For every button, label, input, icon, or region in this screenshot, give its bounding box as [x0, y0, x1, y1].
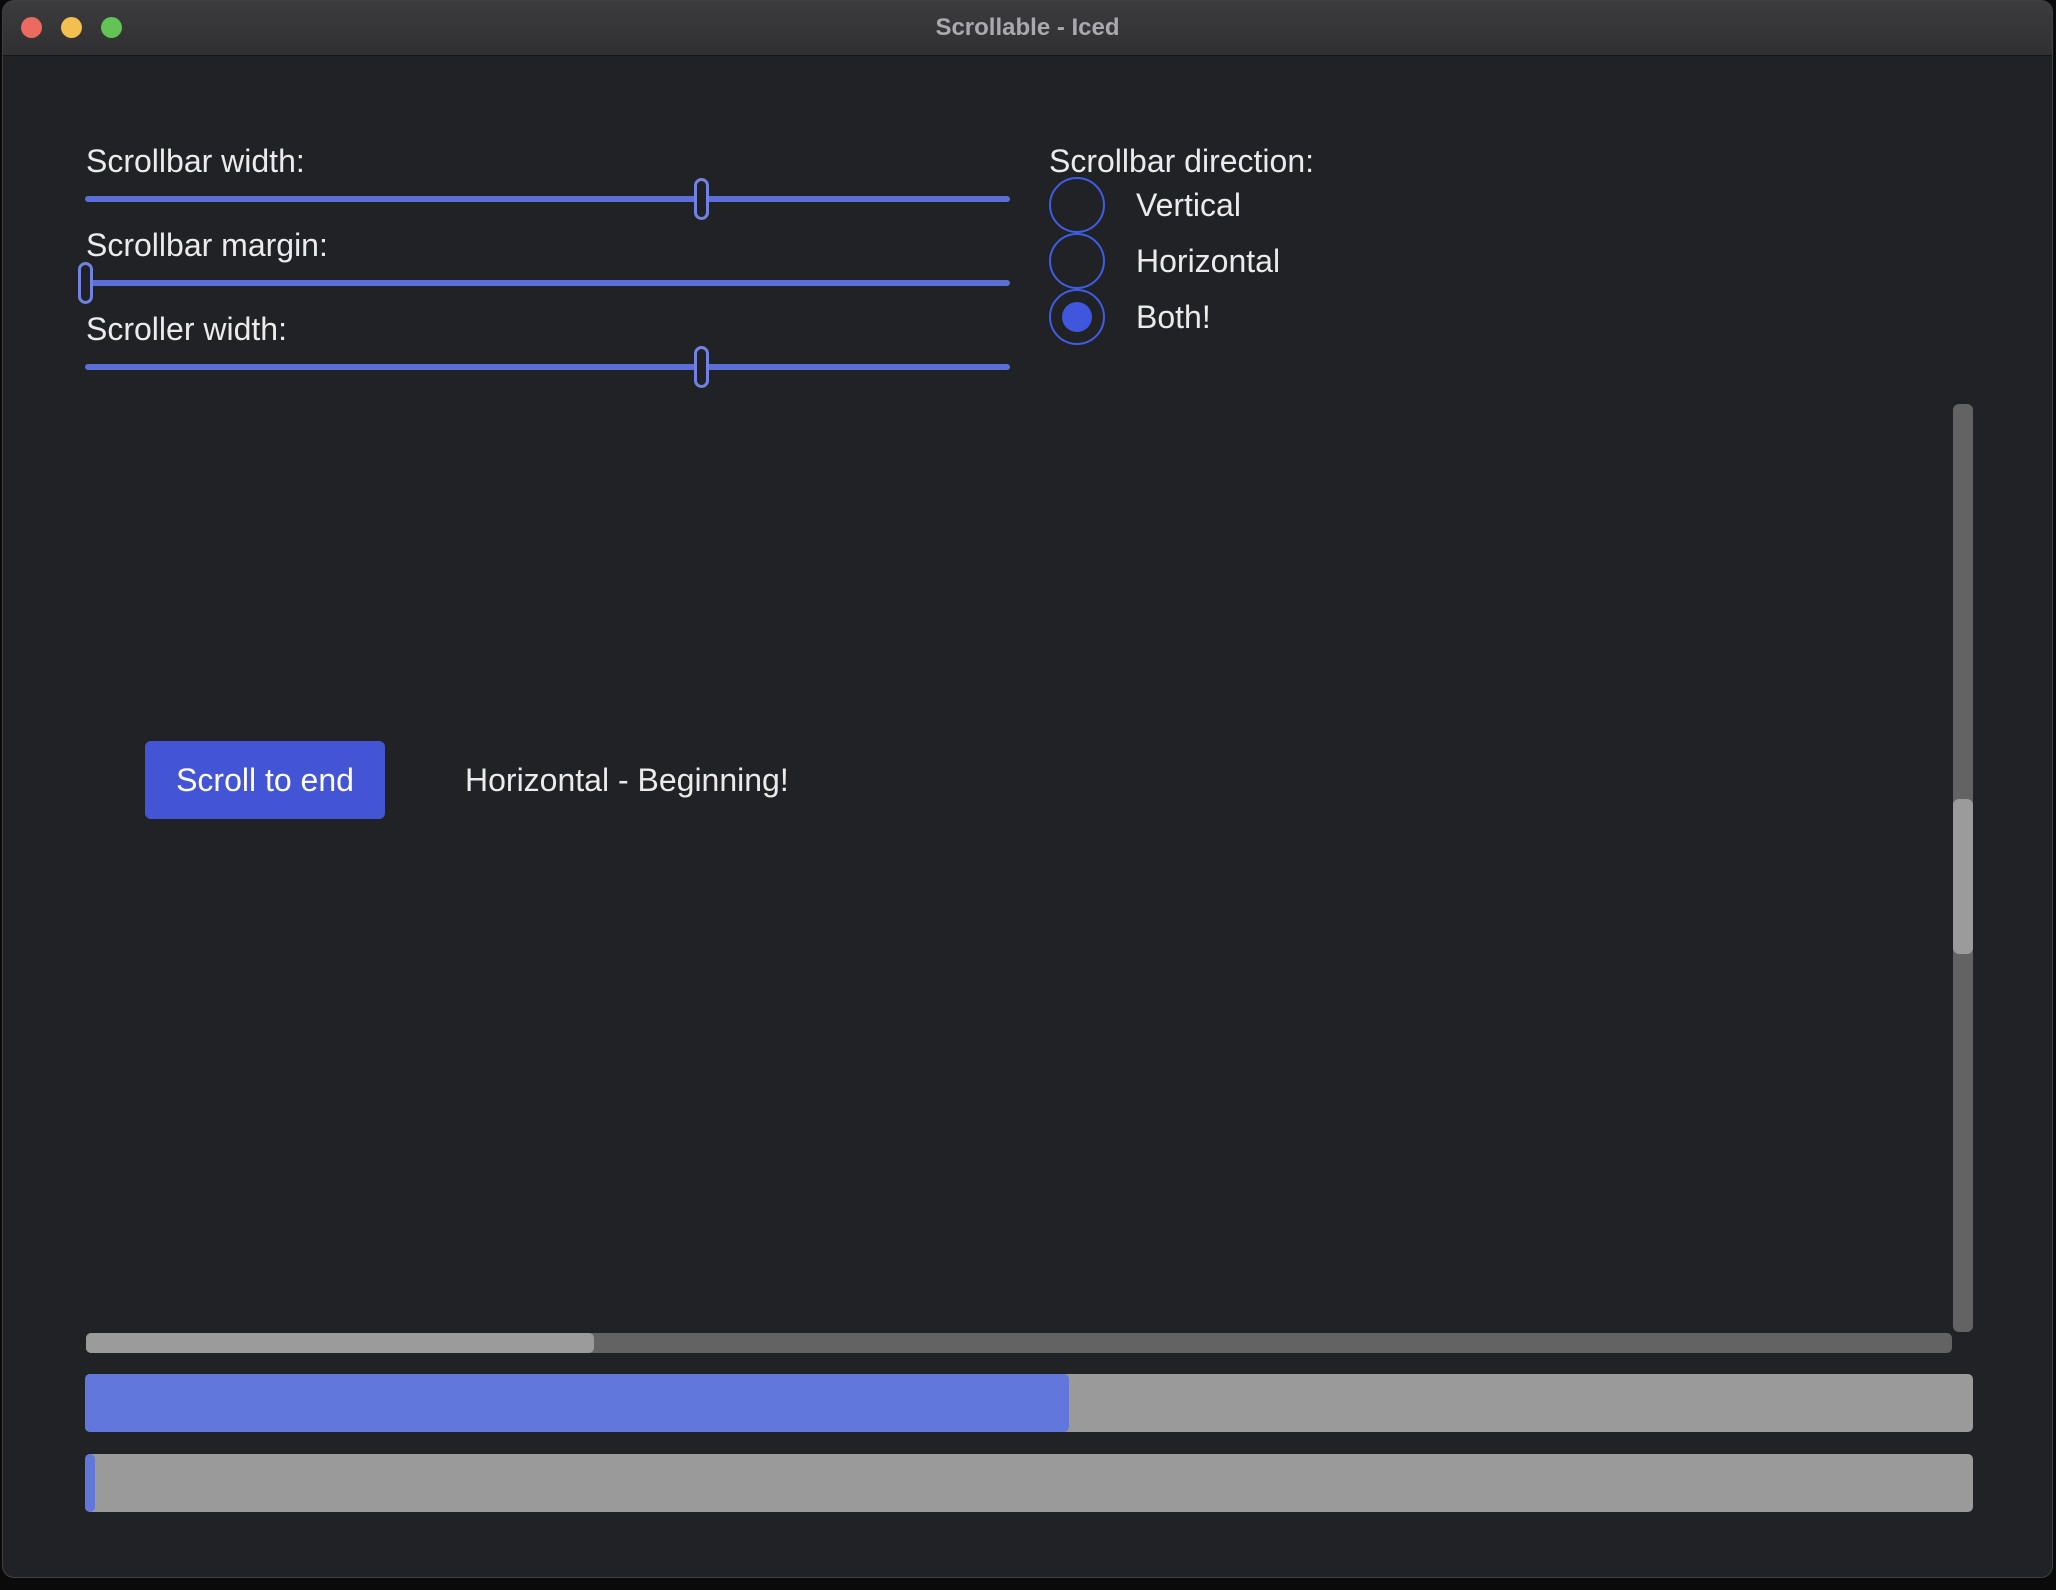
slider-handle[interactable] [694, 346, 709, 388]
radio-circle-icon[interactable] [1049, 233, 1105, 289]
vertical-scrollbar-track[interactable] [1953, 404, 1973, 1332]
radio-dot-icon [1062, 302, 1092, 332]
slider-rail[interactable] [85, 196, 1010, 202]
horizontal-scrollbar-track[interactable] [86, 1333, 1952, 1353]
scrollbar-margin-slider[interactable] [78, 262, 1018, 304]
radio-circle-icon[interactable] [1049, 177, 1105, 233]
progress-fill [85, 1454, 95, 1512]
scroller-width-label: Scroller width: [86, 307, 287, 351]
titlebar: Scrollable - Iced [3, 1, 2052, 56]
horizontal-scrollbar-thumb[interactable] [86, 1333, 594, 1353]
scroll-to-end-button[interactable]: Scroll to end [145, 741, 385, 819]
radio-horizontal-label: Horizontal [1136, 243, 1280, 280]
radio-both[interactable]: Both! [1049, 289, 1211, 345]
scrollbar-width-label: Scrollbar width: [86, 139, 305, 183]
slider-rail[interactable] [85, 280, 1010, 286]
progress-fill [85, 1374, 1069, 1432]
scroller-width-slider[interactable] [78, 346, 1018, 388]
progress-bar-horizontal [85, 1374, 1973, 1432]
slider-rail[interactable] [85, 364, 1010, 370]
progress-bar-vertical [85, 1454, 1973, 1512]
scroll-status-text: Horizontal - Beginning! [465, 741, 789, 819]
scrollbar-margin-label: Scrollbar margin: [86, 223, 328, 267]
vertical-scrollbar-thumb[interactable] [1953, 799, 1973, 954]
slider-handle[interactable] [694, 178, 709, 220]
radio-vertical[interactable]: Vertical [1049, 177, 1241, 233]
window-title: Scrollable - Iced [3, 1, 2052, 55]
slider-handle[interactable] [78, 262, 93, 304]
radio-vertical-label: Vertical [1136, 187, 1241, 224]
radio-horizontal[interactable]: Horizontal [1049, 233, 1280, 289]
radio-both-label: Both! [1136, 299, 1211, 336]
app-window: Scrollable - Iced Scrollbar width: Scrol… [2, 0, 2053, 1578]
radio-circle-icon[interactable] [1049, 289, 1105, 345]
scrollbar-width-slider[interactable] [78, 178, 1018, 220]
